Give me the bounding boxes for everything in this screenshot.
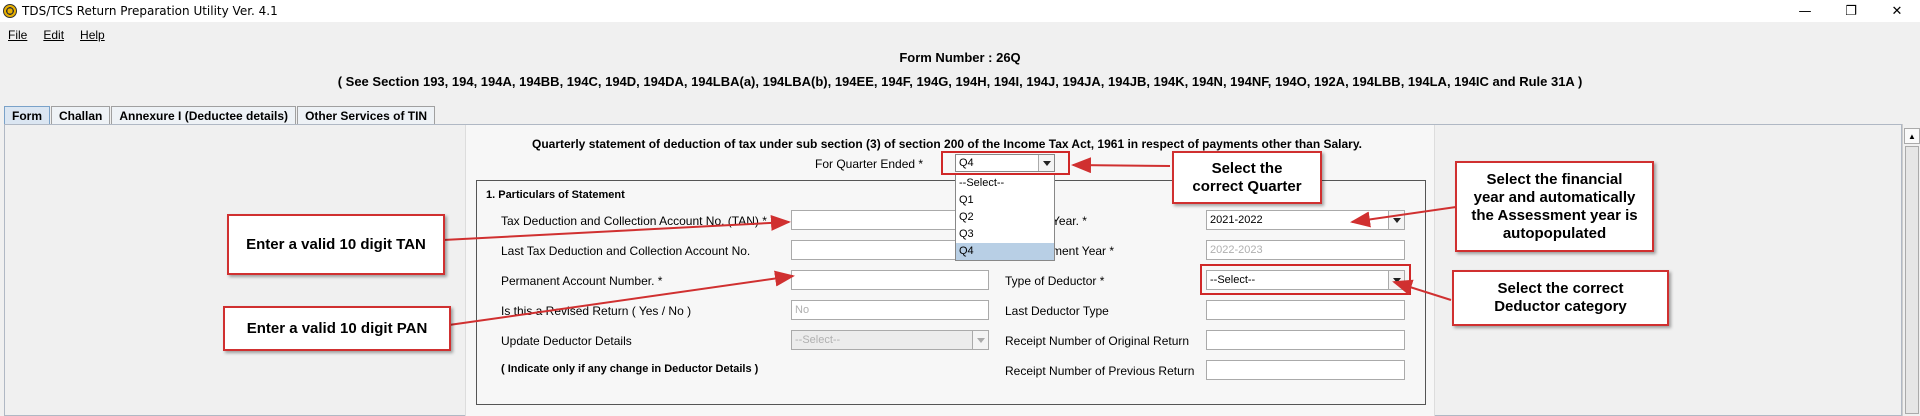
quarter-dropdown-list: --Select-- Q1 Q2 Q3 Q4 (955, 174, 1055, 261)
scroll-up-arrow-icon[interactable]: ▲ (1904, 128, 1920, 144)
app-logo-icon (3, 4, 17, 18)
tab-form[interactable]: Form (4, 106, 50, 124)
deductor-type-label: Type of Deductor * (1005, 274, 1105, 288)
receipt-previous-input[interactable] (1206, 360, 1405, 380)
last-tan-label: Last Tax Deduction and Collection Accoun… (501, 244, 751, 258)
form-number-heading: Form Number : 26Q (899, 50, 1021, 65)
financial-year-label: Year. * (1052, 214, 1087, 228)
tab-strip: Form Challan Annexure I (Deductee detail… (4, 106, 436, 124)
callout-fy-line4: autopopulated (1502, 224, 1607, 242)
menu-file[interactable]: File (0, 28, 35, 42)
last-deductor-type-field[interactable] (1206, 300, 1405, 320)
menu-bar: File Edit Help (0, 26, 113, 44)
sections-subheading: ( See Section 193, 194, 194A, 194BB, 194… (337, 74, 1583, 89)
update-deductor-value: --Select-- (795, 334, 841, 346)
restore-button[interactable]: ❐ (1828, 0, 1874, 22)
tan-label: Tax Deduction and Collection Account No.… (501, 214, 767, 228)
update-deductor-select: --Select-- (791, 330, 989, 350)
menu-help[interactable]: Help (72, 28, 113, 42)
quarter-highlight (941, 151, 1070, 175)
receipt-original-label: Receipt Number of Original Return (1005, 334, 1190, 348)
minimize-button[interactable]: — (1782, 0, 1828, 22)
statement-title: Quarterly statement of deduction of tax … (532, 137, 1362, 151)
chevron-down-icon[interactable] (1388, 211, 1404, 229)
financial-year-value: 2021-2022 (1210, 214, 1263, 226)
receipt-original-input[interactable] (1206, 330, 1405, 350)
receipt-previous-label: Receipt Number of Previous Return (1005, 364, 1195, 378)
assessment-year-field: 2022-2023 (1206, 240, 1405, 260)
callout-quarter-line1: Select the (1211, 159, 1283, 177)
callout-quarter: Select the correct Quarter (1172, 151, 1322, 204)
pan-input[interactable] (791, 270, 989, 290)
quarter-option[interactable]: Q1 (956, 192, 1054, 209)
chevron-down-icon (972, 331, 988, 349)
title-bar: TDS/TCS Return Preparation Utility Ver. … (0, 0, 1920, 22)
last-deductor-type-label: Last Deductor Type (1005, 304, 1109, 318)
indicate-note: ( Indicate only if any change in Deducto… (501, 363, 759, 375)
revised-return-field: No (791, 300, 989, 320)
callout-tan: Enter a valid 10 digit TAN (227, 214, 445, 275)
callout-fy-line3: the Assessment year is (1471, 206, 1638, 224)
quarter-option[interactable]: --Select-- (956, 175, 1054, 192)
assessment-year-label: ment Year * (1052, 244, 1115, 258)
quarter-option[interactable]: Q2 (956, 209, 1054, 226)
close-button[interactable]: ✕ (1874, 0, 1920, 22)
window-controls: — ❐ ✕ (1782, 0, 1920, 22)
scroll-thumb[interactable] (1905, 146, 1919, 414)
callout-quarter-line2: correct Quarter (1192, 177, 1302, 195)
tab-annexure[interactable]: Annexure I (Deductee details) (111, 106, 297, 124)
revised-return-label: Is this a Revised Return ( Yes / No ) (501, 304, 692, 318)
financial-year-select[interactable]: 2021-2022 (1206, 210, 1405, 230)
particulars-title: 1. Particulars of Statement (486, 189, 625, 201)
vertical-scrollbar[interactable]: ▲ (1902, 124, 1920, 416)
update-deductor-label: Update Deductor Details (501, 334, 632, 348)
callout-deductor: Select the correct Deductor category (1452, 270, 1669, 326)
callout-deductor-line1: Select the correct (1497, 280, 1624, 297)
menu-edit[interactable]: Edit (35, 28, 72, 42)
quarter-label: For Quarter Ended * (815, 157, 924, 171)
tab-other-services[interactable]: Other Services of TIN (297, 106, 436, 124)
quarter-option[interactable]: Q3 (956, 226, 1054, 243)
pan-label: Permanent Account Number. * (501, 274, 663, 288)
callout-pan: Enter a valid 10 digit PAN (223, 306, 451, 351)
callout-fy-line2: year and automatically (1473, 188, 1636, 206)
callout-financial-year: Select the financial year and automatica… (1455, 161, 1654, 252)
deductor-type-highlight (1200, 264, 1411, 295)
callout-fy-line1: Select the financial (1486, 170, 1623, 188)
quarter-option-selected[interactable]: Q4 (956, 243, 1054, 260)
tab-challan[interactable]: Challan (51, 106, 111, 124)
window-title: TDS/TCS Return Preparation Utility Ver. … (22, 4, 278, 18)
callout-deductor-line2: Deductor category (1494, 298, 1627, 315)
